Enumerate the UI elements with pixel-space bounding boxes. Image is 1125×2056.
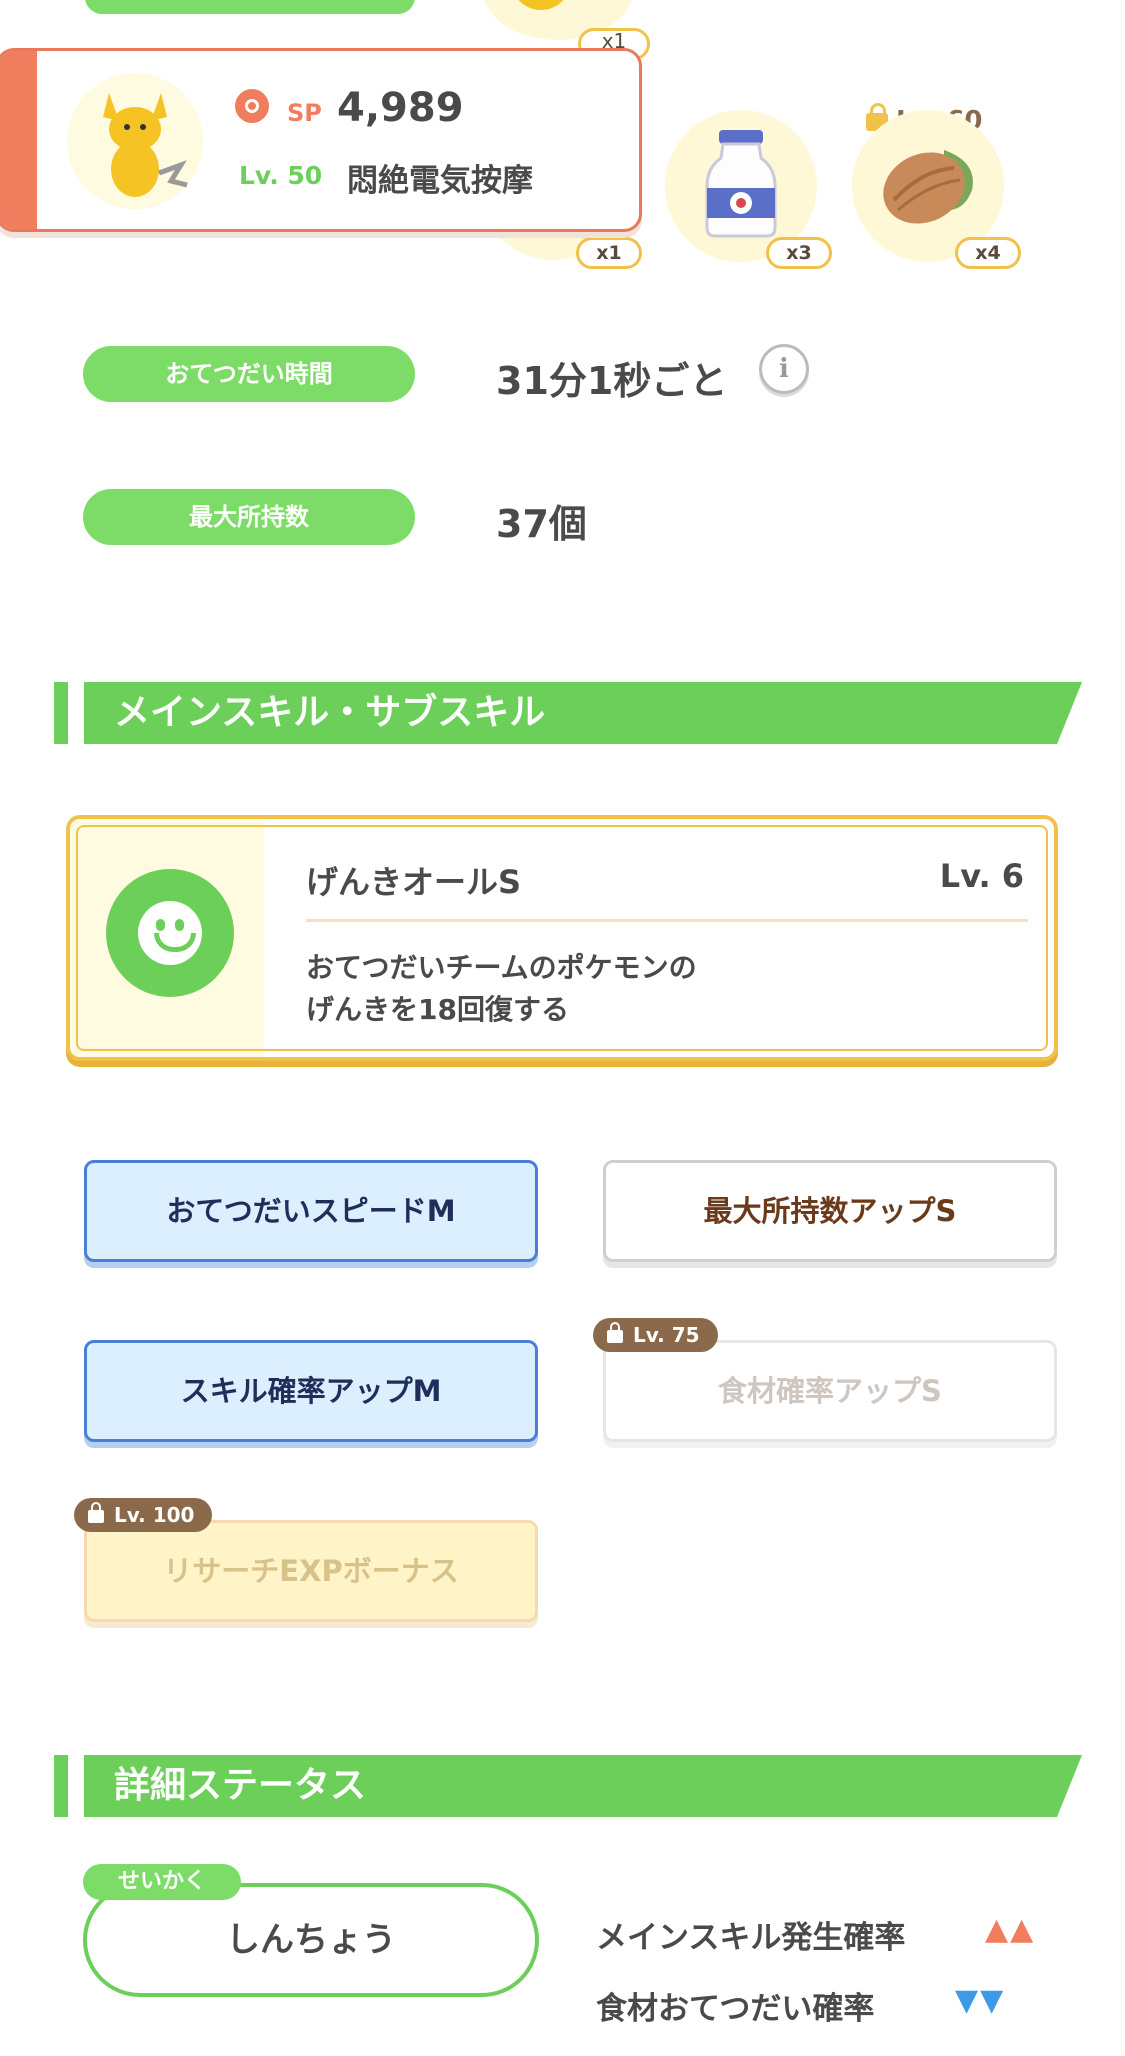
cacao-icon	[883, 150, 973, 224]
nature-value-box[interactable]: しんちょう	[83, 1883, 539, 1997]
pokemon-skill-card[interactable]: SP 4,989 Lv. 50 悶絶電気按摩	[0, 48, 642, 232]
sub-skill-research-exp-bonus[interactable]: リサーチEXPボーナス	[84, 1520, 538, 1622]
partial-green-pill	[85, 0, 415, 14]
max-carry-label: 最大所持数	[83, 489, 415, 545]
main-skill-description: おてつだいチームのポケモンの げんきを18回復する	[306, 947, 697, 1031]
nature-tag: せいかく	[83, 1864, 241, 1900]
sub-skill-ingredient-finder-s[interactable]: 食材確率アップS	[603, 1340, 1057, 1442]
nature-effect-main-skill: メインスキル発生確率	[596, 1920, 906, 1956]
section-header-skills: メインスキル・サブスキル	[84, 682, 1082, 744]
pokeball-icon	[235, 89, 269, 123]
max-carry-value: 37個	[496, 502, 587, 546]
help-time-value: 31分1秒ごと	[496, 359, 728, 403]
berry-icon	[511, 0, 571, 10]
help-time-label: おてつだい時間	[83, 346, 415, 402]
pokemon-skill-name: 悶絶電気按摩	[347, 163, 533, 199]
lock-level-text: Lv. 100	[114, 1503, 195, 1527]
nature-effect-ingredient: 食材おてつだい確率	[596, 1991, 875, 2027]
section-accent-bar	[54, 1755, 68, 1817]
main-skill-name: げんきオールS	[306, 863, 522, 901]
ingredient-count-badge: x3	[766, 237, 832, 269]
section-accent-bar	[54, 682, 68, 744]
pokemon-icon	[103, 93, 188, 197]
up-arrows-icon: ▲▲	[985, 1912, 1036, 1947]
milk-bottle-icon	[705, 130, 777, 238]
sub-skill-lock-badge: Lv. 75	[593, 1318, 718, 1352]
sub-skill-skill-trigger-m[interactable]: スキル確率アップM	[84, 1340, 538, 1442]
lock-icon	[88, 1502, 104, 1523]
lock-icon	[607, 1322, 623, 1343]
section-header-details: 詳細ステータス	[84, 1755, 1082, 1817]
down-arrows-icon: ▼▼	[955, 1983, 1006, 2018]
card-accent-edge	[0, 51, 37, 229]
sub-skill-help-speed-m[interactable]: おてつだいスピードM	[84, 1160, 538, 1262]
pokemon-avatar	[67, 73, 203, 209]
sp-label: SP	[287, 99, 322, 127]
sub-skill-inventory-up-s[interactable]: 最大所持数アップS	[603, 1160, 1057, 1262]
ingredient-count-badge: x1	[576, 237, 642, 269]
main-skill-level: Lv. 6	[939, 857, 1024, 895]
description-line: げんきを18回復する	[306, 993, 569, 1026]
main-skill-card[interactable]: げんきオールS Lv. 6 おてつだいチームのポケモンの げんきを18回復する	[66, 815, 1058, 1061]
sub-skill-lock-badge: Lv. 100	[74, 1498, 213, 1532]
pokemon-level: Lv. 50	[239, 161, 323, 190]
lock-level-text: Lv. 75	[633, 1323, 700, 1347]
ingredient-count-badge: x4	[955, 237, 1021, 269]
divider	[306, 919, 1028, 922]
info-icon[interactable]: i	[759, 344, 809, 394]
sp-value: 4,989	[337, 85, 464, 131]
description-line: おてつだいチームのポケモンの	[306, 951, 697, 984]
